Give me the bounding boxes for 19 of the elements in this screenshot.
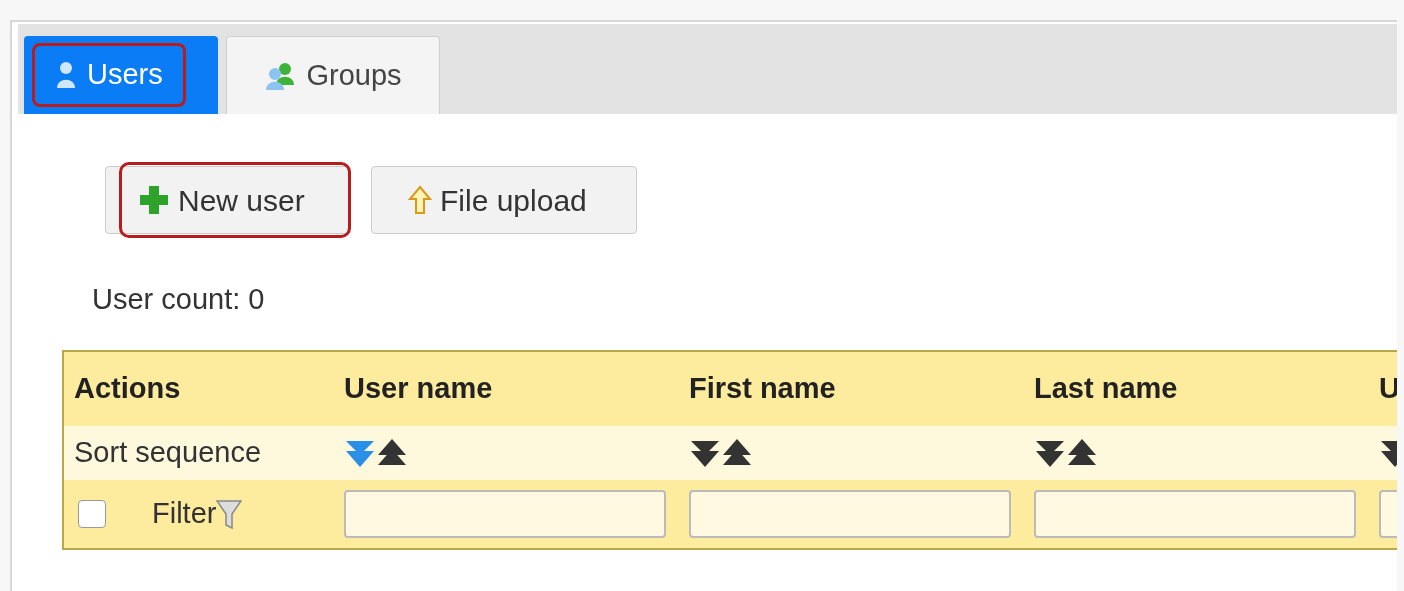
toolbar-button[interactable]: New user <box>105 166 351 234</box>
plus-icon <box>138 184 170 216</box>
filter-field[interactable] <box>1034 490 1356 538</box>
column-header: Actions <box>73 371 181 407</box>
funnel-icon[interactable] <box>216 498 243 530</box>
tab[interactable]: Groups <box>226 36 440 114</box>
filter-field[interactable] <box>689 490 1011 538</box>
sort-label: Sort sequence <box>73 435 261 471</box>
tab[interactable]: Users <box>24 36 218 114</box>
column-header[interactable]: First name <box>689 367 836 411</box>
toolbar-button[interactable]: File upload <box>371 166 637 234</box>
up-arrow-icon <box>408 185 432 215</box>
person-icon <box>55 60 77 90</box>
column-header[interactable]: User name <box>344 367 493 411</box>
column-header[interactable]: Last name <box>1034 367 1178 411</box>
people-icon <box>264 60 297 91</box>
filter-field[interactable] <box>344 490 666 538</box>
filter-label: Filter <box>152 496 217 532</box>
checkbox[interactable] <box>78 500 106 528</box>
